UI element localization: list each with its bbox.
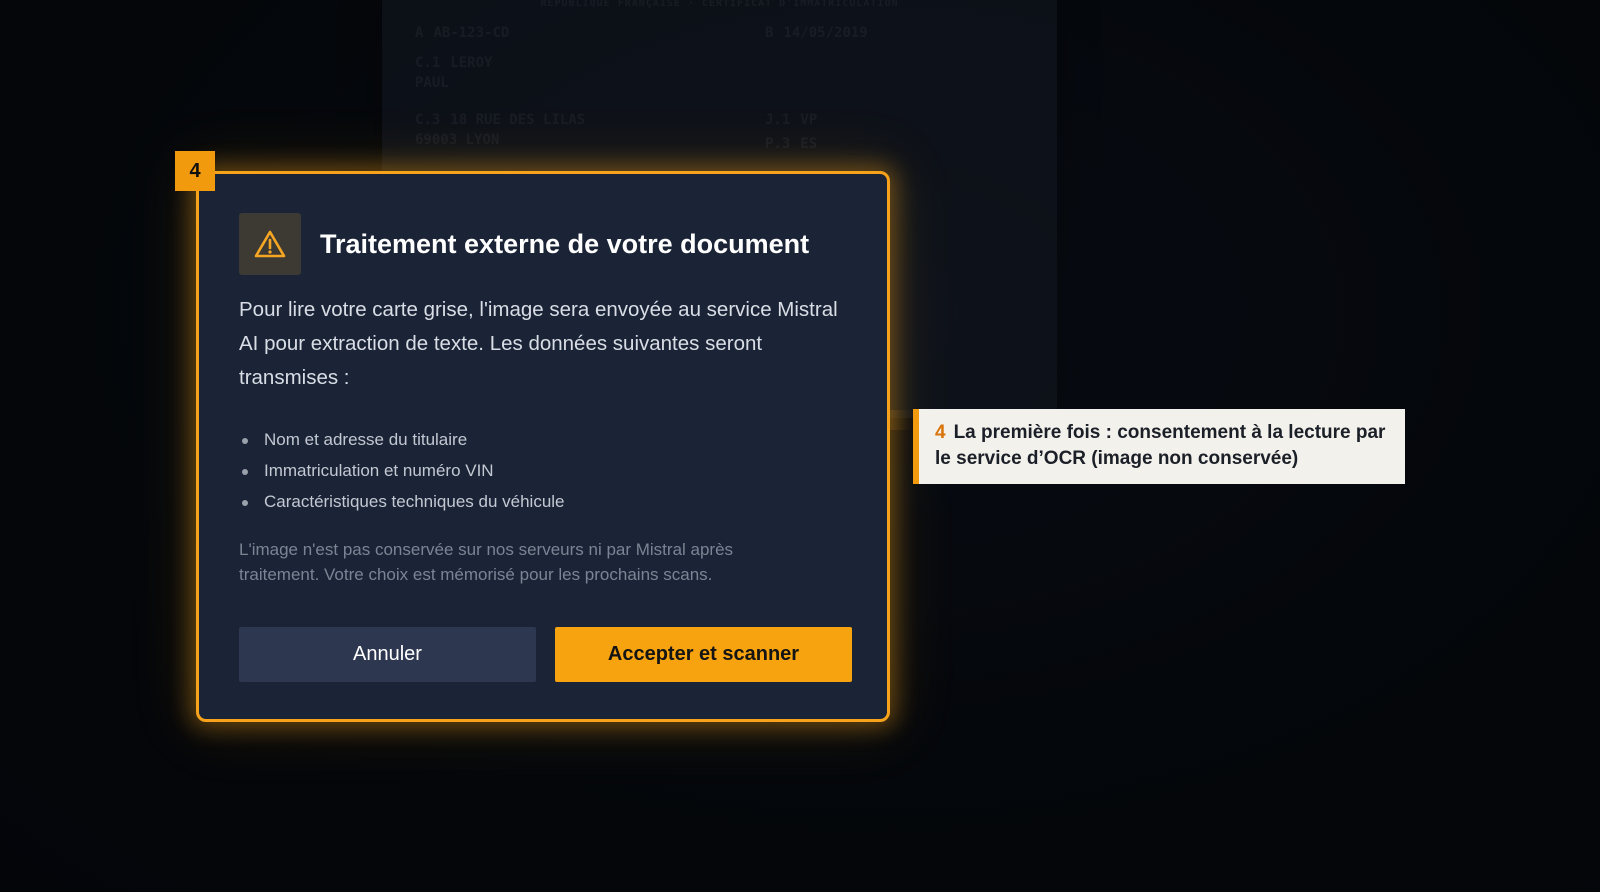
list-item: Immatriculation et numéro VIN [239,455,565,486]
dialog-intro-text: Pour lire votre carte grise, l'image ser… [239,298,838,389]
list-item: Nom et adresse du titulaire [239,424,565,455]
warning-triangle-icon [239,213,301,275]
dialog-header: Traitement externe de votre document [239,213,809,275]
screen: RÉPUBLIQUE FRANÇAISE · CERTIFICAT D'IMMA… [0,0,1600,892]
consent-dialog: Traitement externe de votre document Pou… [196,171,890,722]
accept-and-scan-button[interactable]: Accepter et scanner [555,627,852,682]
dialog-title: Traitement externe de votre document [320,228,810,259]
dialog-privacy-note: L'image n'est pas conservée sur nos serv… [239,540,734,584]
callout-connector [888,410,913,430]
callout-number: 4 [935,422,946,443]
annotation-callout: 4 La première fois : consentement à la le… [913,409,1405,484]
cancel-button[interactable]: Annuler [239,627,536,682]
transmitted-data-list: Nom et adresse du titulaire Immatriculat… [239,424,565,517]
callout-text: La première fois : consentement à la lec… [935,422,1386,469]
list-item: Caractéristiques techniques du véhicule [239,486,565,517]
step-badge: 4 [175,151,215,191]
